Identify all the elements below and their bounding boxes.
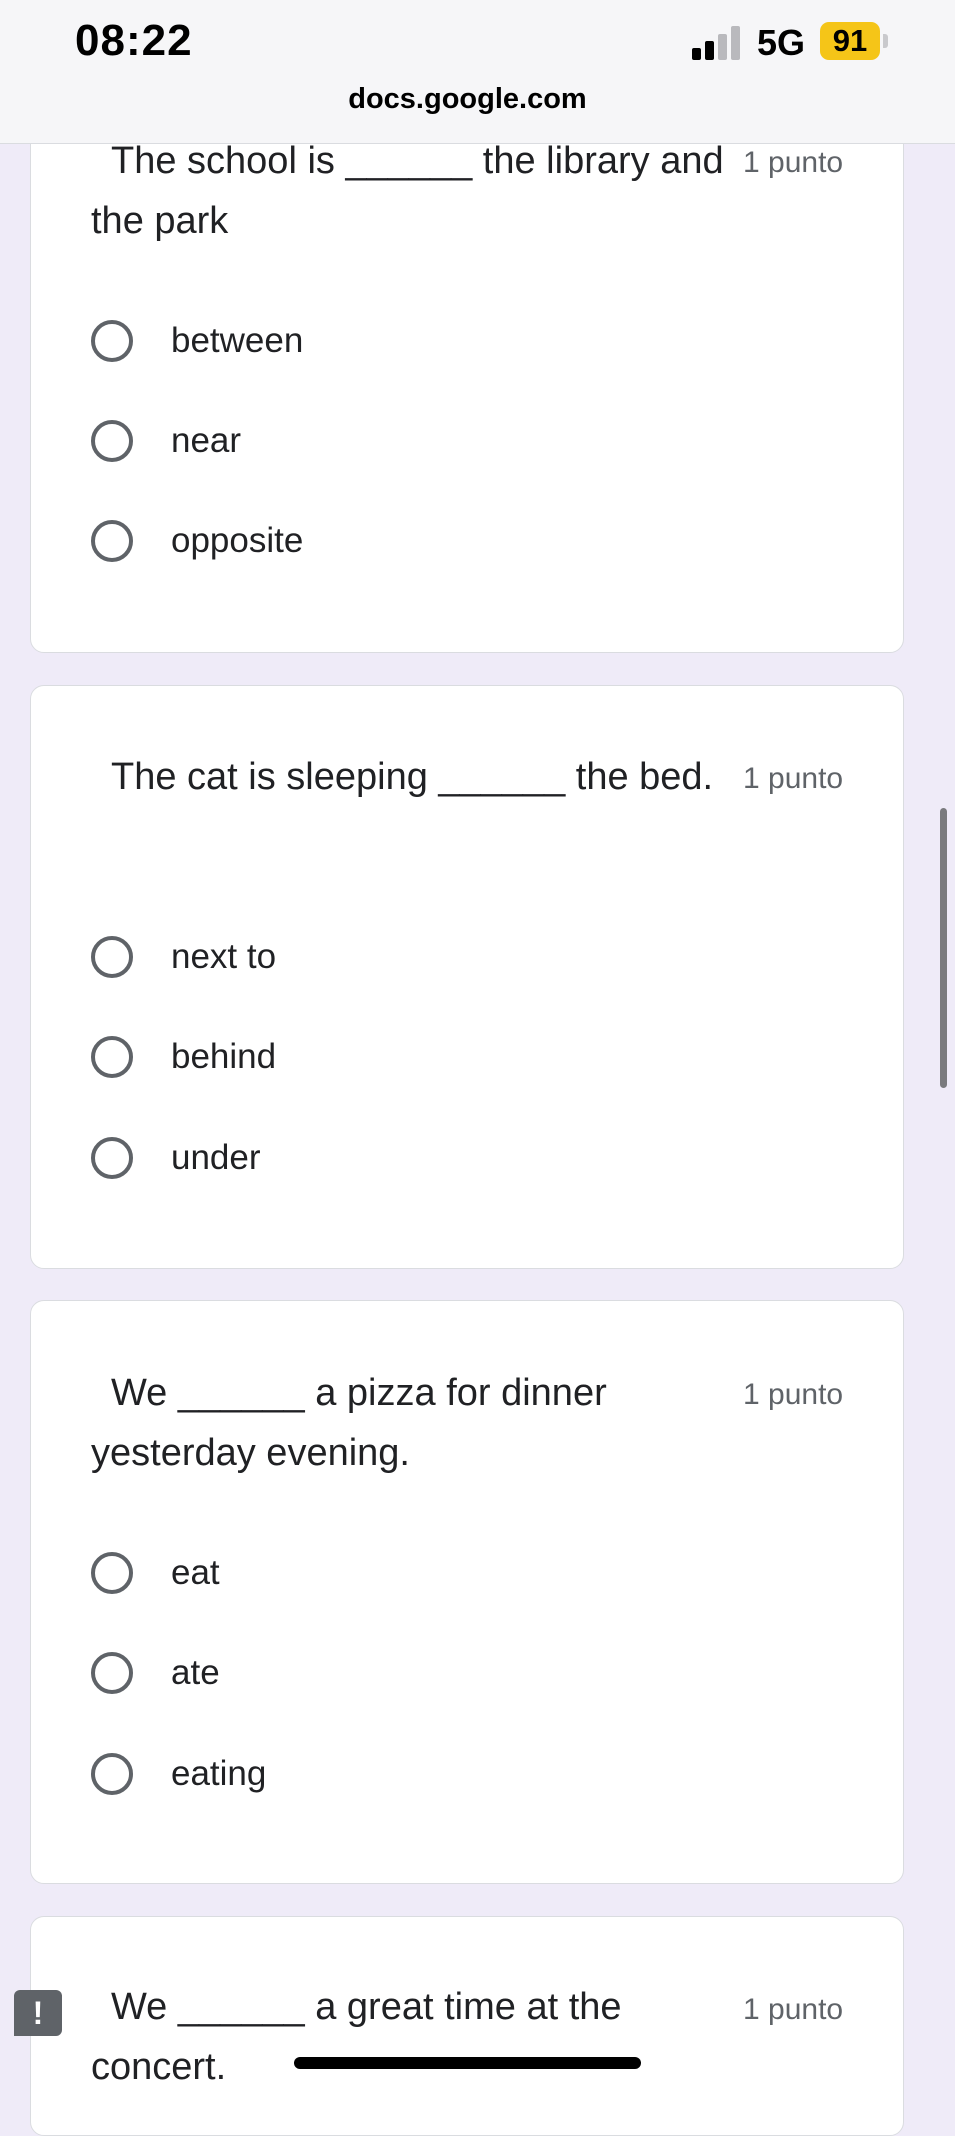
radio-button[interactable] [91, 320, 133, 362]
option-eating[interactable]: eating [91, 1748, 691, 1800]
option-ate[interactable]: ate [91, 1647, 691, 1699]
option-under[interactable]: under [91, 1132, 691, 1184]
network-type: 5G [757, 22, 806, 63]
points-label: 1 punto [743, 1993, 844, 2026]
radio-button[interactable] [91, 420, 133, 462]
browser-top-bar: 08:22 5G 91 docs.google.com [0, 0, 955, 144]
question-text: The school is ______ the library and the… [91, 140, 724, 242]
radio-button[interactable] [91, 1753, 133, 1795]
option-label: under [171, 1138, 261, 1177]
radio-button[interactable] [91, 1036, 133, 1078]
points-label: 1 punto [743, 1378, 844, 1411]
url-bar[interactable]: docs.google.com [0, 83, 935, 116]
option-between[interactable]: between [91, 315, 691, 367]
option-label: eat [171, 1553, 220, 1592]
question-card: The school is ______ the library and the… [30, 100, 904, 653]
option-next-to[interactable]: next to [91, 931, 691, 983]
question-card: We ______ a pizza for dinner yesterday e… [30, 1300, 904, 1884]
report-problem-icon[interactable]: ! [14, 1990, 62, 2036]
option-label: near [171, 421, 242, 460]
radio-button[interactable] [91, 1652, 133, 1694]
battery-icon: 91 [820, 22, 880, 60]
radio-button[interactable] [91, 1137, 133, 1179]
option-label: next to [171, 937, 277, 976]
option-label: ate [171, 1653, 220, 1692]
question-card: The cat is sleeping ______ the bed. 1 pu… [30, 685, 904, 1269]
points-label: 1 punto [743, 762, 844, 795]
radio-button[interactable] [91, 936, 133, 978]
battery-tip [883, 34, 888, 48]
question-card: We ______ a great time at the concert. 1… [30, 1916, 904, 2136]
home-indicator[interactable] [294, 2057, 641, 2069]
option-opposite[interactable]: opposite [91, 515, 691, 567]
option-behind[interactable]: behind [91, 1031, 691, 1083]
page-scrollbar[interactable] [940, 808, 947, 1088]
option-near[interactable]: near [91, 415, 691, 467]
option-label: eating [171, 1754, 267, 1793]
status-time: 08:22 [75, 16, 193, 65]
option-label: opposite [171, 521, 304, 560]
signal-strength-icon [692, 26, 742, 60]
question-text: We ______ a pizza for dinner yesterday e… [91, 1372, 607, 1474]
question-text: The cat is sleeping ______ the bed. [111, 756, 714, 798]
radio-button[interactable] [91, 1552, 133, 1594]
points-label: 1 punto [743, 146, 844, 179]
question-text: We ______ a great time at the concert. [91, 1986, 622, 2088]
option-label: behind [171, 1037, 277, 1076]
radio-button[interactable] [91, 520, 133, 562]
option-eat[interactable]: eat [91, 1547, 691, 1599]
option-label: between [171, 321, 304, 360]
